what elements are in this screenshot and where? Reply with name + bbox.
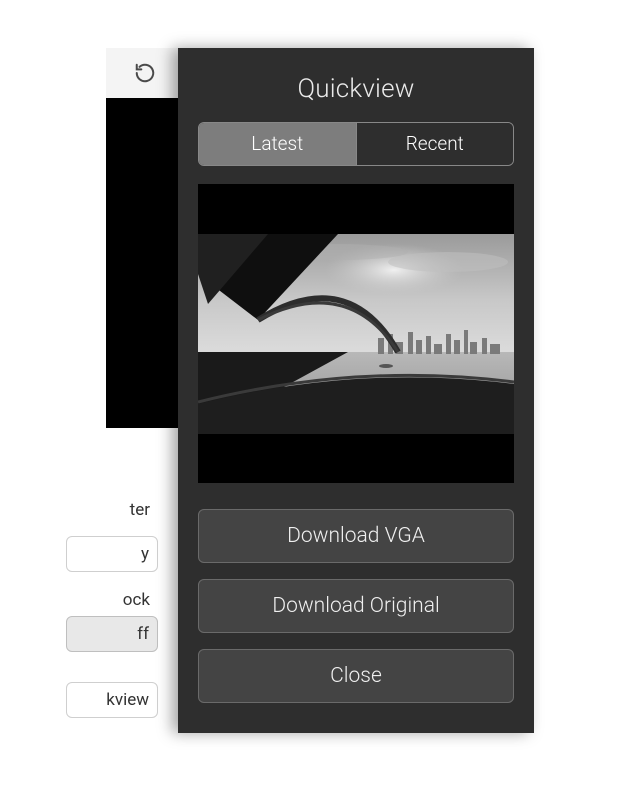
settings-chip-kview[interactable]: kview — [66, 682, 158, 718]
tab-latest[interactable]: Latest — [199, 123, 356, 165]
settings-chip-off[interactable]: ff — [66, 616, 158, 652]
quickview-image — [198, 234, 514, 434]
quickview-panel: Quickview Latest Recent — [178, 48, 534, 733]
download-original-button[interactable]: Download Original — [198, 579, 514, 633]
settings-label-ock: ock — [66, 590, 158, 610]
settings-empty-chip — [66, 428, 158, 464]
settings-chip-y[interactable]: y — [66, 536, 158, 572]
download-vga-button[interactable]: Download VGA — [198, 509, 514, 563]
settings-panel-partial: ter y ock ff kview — [106, 428, 178, 738]
quickview-tabs: Latest Recent — [198, 122, 514, 166]
settings-label-ter: ter — [66, 500, 158, 520]
app-stage: ter y ock ff kview Quickview Latest Rece… — [106, 48, 534, 733]
close-button[interactable]: Close — [198, 649, 514, 703]
refresh-icon — [134, 62, 156, 84]
quickview-image-frame — [198, 184, 514, 483]
refresh-button[interactable] — [128, 56, 162, 90]
quickview-title: Quickview — [297, 74, 414, 104]
live-view-area — [106, 98, 178, 428]
tab-recent[interactable]: Recent — [356, 123, 514, 165]
